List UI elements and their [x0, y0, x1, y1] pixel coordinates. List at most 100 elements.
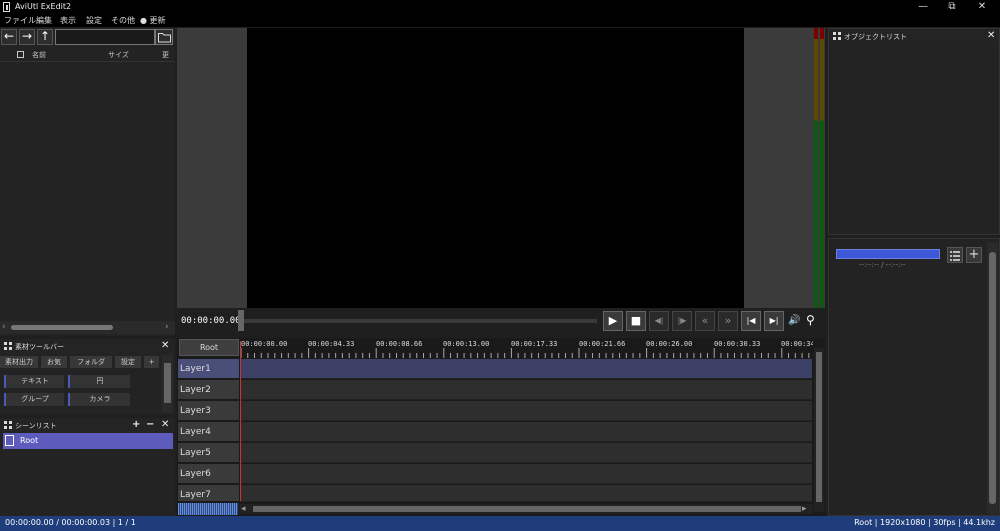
open-folder-button[interactable] [155, 29, 173, 45]
layer-track-7[interactable] [240, 485, 812, 502]
scroll-right-icon[interactable]: ▸ [802, 504, 807, 514]
root-scene-button[interactable]: Root [179, 339, 239, 356]
scroll-thumb[interactable] [11, 325, 113, 330]
timeline-zoom-bar[interactable] [178, 503, 238, 515]
material-item-camera[interactable]: カメラ [68, 393, 130, 406]
tab-folder[interactable]: フォルダ [70, 356, 112, 368]
tab-favorites[interactable]: お気 [41, 356, 67, 368]
menu-other[interactable]: その他 [111, 15, 135, 26]
layer-track-4[interactable] [240, 422, 812, 442]
layer-track-2[interactable] [240, 380, 812, 400]
menu-update[interactable]: ● 更新 [140, 15, 166, 26]
stop-button[interactable]: ■ [626, 311, 646, 331]
list-button[interactable] [947, 247, 963, 263]
minimize-button[interactable]: — [908, 0, 938, 14]
tab-material-output[interactable]: 素材出力 [0, 356, 38, 368]
volume-icon[interactable]: 🔊 [788, 315, 800, 326]
status-project-info: Root | 1920x1080 | 30fps | 44.1khz [854, 518, 995, 527]
fast-forward-button[interactable]: » [718, 311, 738, 331]
close-window-button[interactable]: ✕ [967, 0, 997, 14]
column-modified[interactable]: 更 [162, 50, 169, 60]
close-icon[interactable]: ✕ [161, 419, 169, 430]
ruler-label: 00:00:21.66 [579, 340, 626, 348]
window-title: AviUtl ExEdit2 [15, 2, 72, 11]
next-frame-button[interactable]: |▶ [672, 311, 692, 331]
object-list-panel: オブジェクトリスト ✕ [828, 28, 1000, 235]
go-to-start-button[interactable]: |◀ [741, 311, 761, 331]
scroll-left-icon[interactable]: ‹ [2, 322, 6, 332]
time-ruler[interactable]: 00:00:00.00 00:00:04.33 00:00:08.66 00:0… [240, 338, 813, 358]
ruler-label: 00:00:08.66 [376, 340, 423, 348]
playhead-cursor[interactable] [240, 341, 241, 501]
layer-header-6[interactable]: Layer6 [178, 464, 239, 484]
material-toolbar-panel: 素材ツールバー ✕ 素材出力 お気 フォルダ 設定 + テキスト 円 グループ … [0, 339, 175, 415]
timeline-hscrollbar[interactable]: ◂ ▸ [239, 504, 813, 514]
object-panel-header: オブジェクトリスト ✕ [829, 29, 999, 43]
ruler-label: 00:00:26.00 [646, 340, 693, 348]
maximize-button[interactable]: ⧉ [937, 0, 967, 14]
property-panel: --:--:-- / --:--:-- + [828, 238, 1000, 516]
menu-edit[interactable]: 編集 [36, 15, 52, 26]
scene-list-item[interactable]: Root [3, 433, 173, 449]
layer-header-5[interactable]: Layer5 [178, 443, 239, 463]
back-button[interactable]: ← [1, 29, 17, 45]
layer-track-5[interactable] [240, 443, 812, 463]
material-item-circle[interactable]: 円 [68, 375, 130, 388]
file-list-hscrollbar[interactable]: ‹ › [0, 321, 175, 334]
path-input[interactable] [55, 29, 155, 45]
close-icon[interactable]: ✕ [987, 30, 995, 41]
tab-settings[interactable]: 設定 [115, 356, 141, 368]
layer-header-4[interactable]: Layer4 [178, 422, 239, 442]
zoom-icon[interactable]: ⚲ [806, 313, 815, 327]
add-tab-button[interactable]: + [144, 356, 159, 368]
layer-header-1[interactable]: Layer1 [178, 359, 239, 379]
add-property-button[interactable]: + [966, 247, 982, 263]
menu-view[interactable]: 表示 [60, 15, 76, 26]
video-canvas[interactable] [247, 28, 744, 308]
ruler-label: 00:00:34 [781, 340, 813, 348]
menu-settings[interactable]: 設定 [86, 15, 102, 26]
scroll-thumb[interactable] [816, 352, 822, 502]
list-icon [950, 251, 960, 261]
scroll-thumb[interactable] [164, 363, 171, 403]
menu-file[interactable]: ファイル [4, 15, 36, 26]
property-progress-bar[interactable] [836, 249, 940, 259]
remove-scene-button[interactable]: − [146, 419, 154, 430]
material-panel-title: 素材ツールバー [15, 343, 64, 351]
material-item-text[interactable]: テキスト [4, 375, 64, 388]
play-button[interactable]: ▶ [603, 311, 623, 331]
file-browser-panel: ← → ↑ 名前 サイズ 更 ‹ › [0, 28, 175, 336]
up-button[interactable]: ↑ [37, 29, 53, 45]
audio-meter-right [820, 28, 824, 308]
go-to-end-button[interactable]: ▶| [764, 311, 784, 331]
menu-bar: ファイル 編集 表示 設定 その他 ● 更新 [0, 14, 1000, 27]
forward-button[interactable]: → [19, 29, 35, 45]
material-vscrollbar[interactable] [162, 355, 173, 413]
current-time: 00:00:00.00 [181, 316, 241, 326]
layer-track-6[interactable] [240, 464, 812, 484]
layer-header-7[interactable]: Layer7 [178, 485, 239, 502]
column-size[interactable]: サイズ [108, 50, 129, 60]
ruler-label: 00:00:30.33 [714, 340, 761, 348]
panel-grid-icon [833, 32, 841, 40]
seek-thumb[interactable] [238, 310, 244, 331]
select-all-checkbox[interactable] [17, 51, 24, 58]
scroll-thumb[interactable] [253, 506, 801, 512]
layer-header-3[interactable]: Layer3 [178, 401, 239, 421]
scroll-thumb[interactable] [989, 252, 996, 504]
rewind-button[interactable]: « [695, 311, 715, 331]
layer-track-1[interactable] [240, 359, 812, 379]
layer-header-2[interactable]: Layer2 [178, 380, 239, 400]
timeline-vscrollbar[interactable] [814, 348, 824, 512]
column-name[interactable]: 名前 [32, 50, 46, 60]
scroll-left-icon[interactable]: ◂ [241, 504, 246, 514]
prev-frame-button[interactable]: ◀| [649, 311, 669, 331]
close-icon[interactable]: ✕ [161, 340, 169, 351]
scene-panel-header: シーンリスト + − ✕ [0, 418, 175, 432]
add-scene-button[interactable]: + [132, 419, 140, 430]
scroll-right-icon[interactable]: › [165, 322, 169, 332]
layer-track-3[interactable] [240, 401, 812, 421]
material-item-group[interactable]: グループ [4, 393, 64, 406]
seek-bar[interactable] [241, 319, 597, 323]
property-vscrollbar[interactable] [987, 242, 998, 514]
